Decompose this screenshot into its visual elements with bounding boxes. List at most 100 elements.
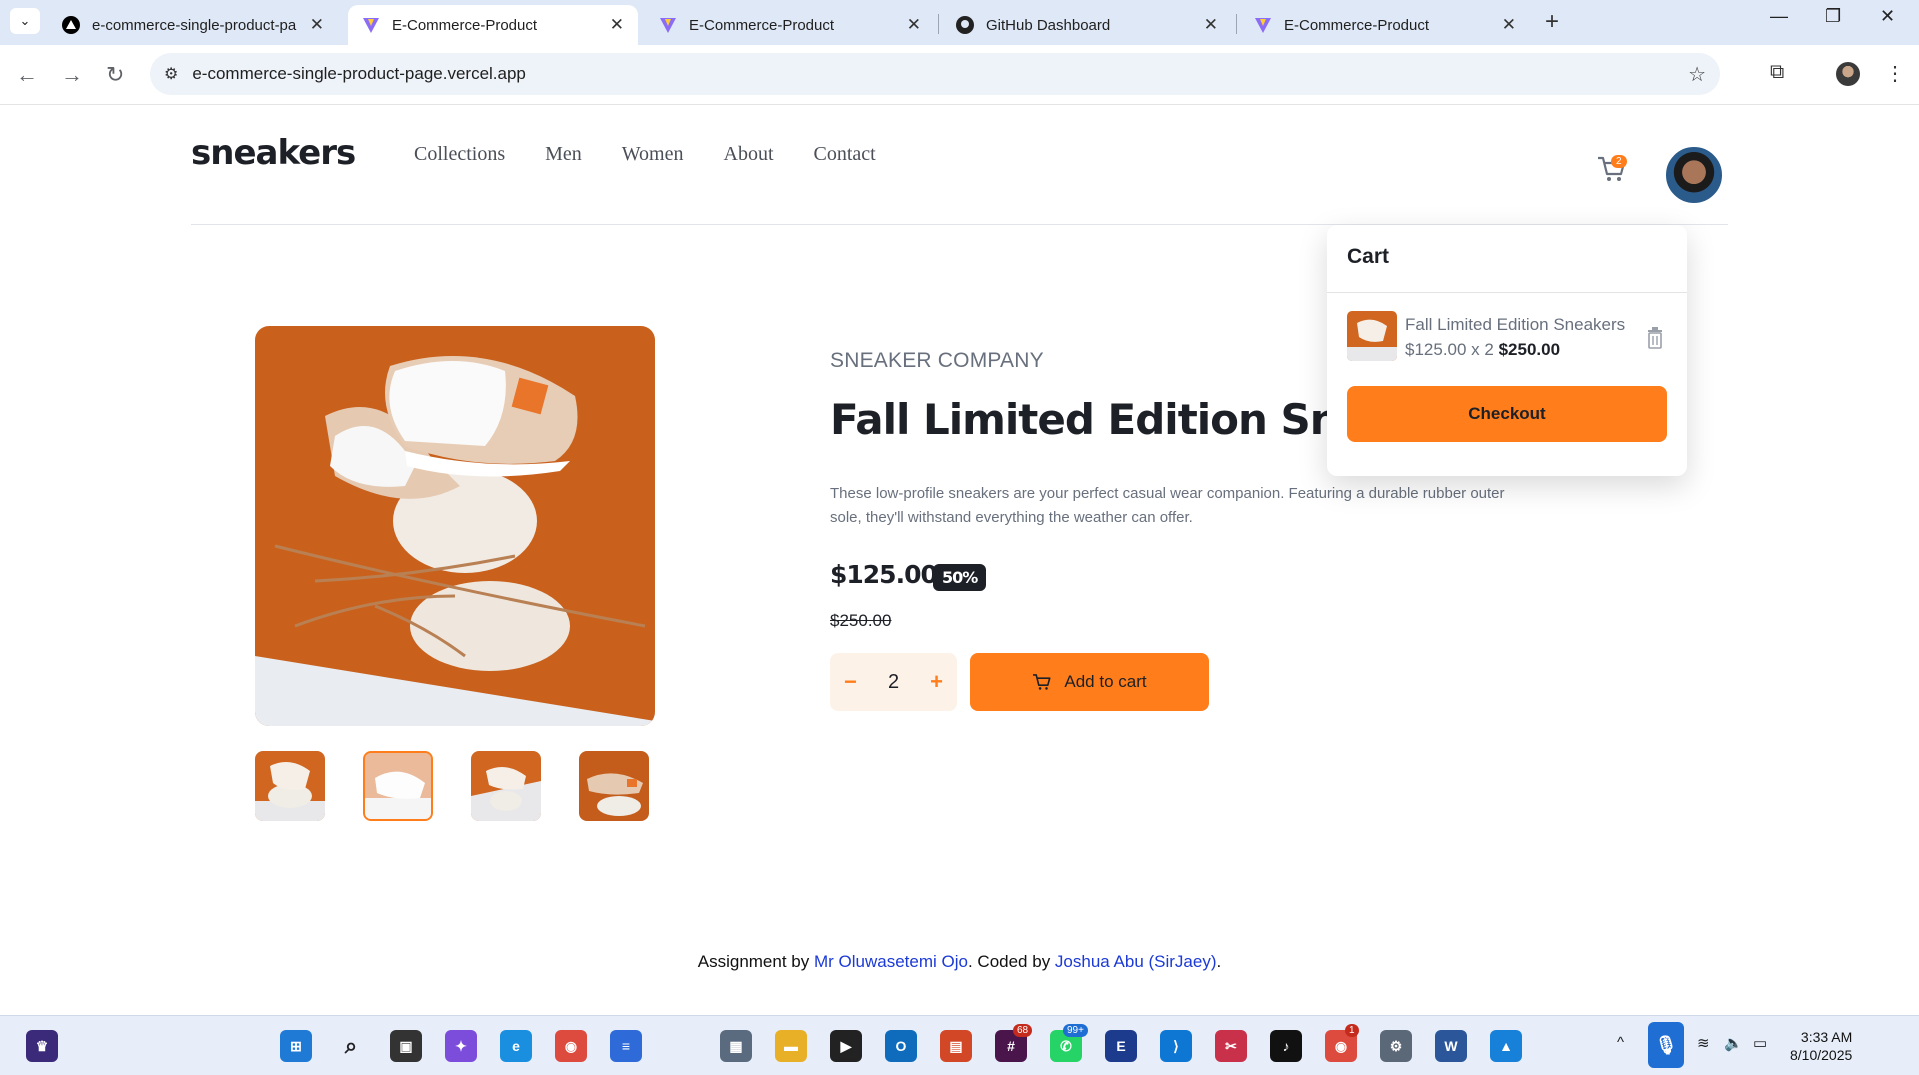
address-bar[interactable]: ⚙ e-commerce-single-product-page.vercel.… xyxy=(150,53,1720,95)
premier-league-icon[interactable]: ♛ xyxy=(26,1030,58,1062)
tab-title: E-Commerce-Product xyxy=(1284,16,1430,34)
product-description: These low-profile sneakers are your perf… xyxy=(830,485,1505,526)
thumbnail-1[interactable] xyxy=(255,751,325,821)
attribution-footer: Assignment by Mr Oluwasetemi Ojo. Coded … xyxy=(0,952,1919,972)
file-explorer-icon[interactable]: ▬ xyxy=(775,1030,807,1062)
outlook-icon[interactable]: O xyxy=(885,1030,917,1062)
main-nav: Collections Men Women About Contact xyxy=(414,143,876,166)
vite-icon xyxy=(1254,16,1272,34)
tab-1[interactable]: e-commerce-single-product-pa ✕ xyxy=(48,5,338,45)
whatsapp-badge: 99+ xyxy=(1063,1024,1088,1037)
task-view-icon[interactable]: ▣ xyxy=(390,1030,422,1062)
tab-2-active[interactable]: E-Commerce-Product ✕ xyxy=(348,5,638,45)
cart-count-badge: 2 xyxy=(1611,155,1627,168)
wifi-icon[interactable]: ≋ xyxy=(1697,1034,1710,1052)
extensions-icon[interactable]: ⧉ xyxy=(1770,61,1784,84)
edge-icon[interactable]: e xyxy=(500,1030,532,1062)
nav-contact[interactable]: Contact xyxy=(814,143,876,166)
page-content: sneakers Collections Men Women About Con… xyxy=(0,105,1919,1015)
thumbnail-3[interactable] xyxy=(471,751,541,821)
footer-middle: . Coded by xyxy=(967,952,1055,971)
chrome-icon[interactable]: ◉ xyxy=(555,1030,587,1062)
author-link-1[interactable]: Mr Oluwasetemi Ojo xyxy=(814,952,968,971)
tab-5[interactable]: E-Commerce-Product ✕ xyxy=(1240,5,1530,45)
current-price: $125.00 xyxy=(830,560,938,589)
reload-icon[interactable]: ↻ xyxy=(106,62,124,88)
close-icon[interactable]: ✕ xyxy=(907,15,921,35)
profile-avatar[interactable] xyxy=(1836,62,1860,86)
clock-date: 8/10/2025 xyxy=(1790,1047,1853,1063)
cart-item-name: Fall Limited Edition Sneakers xyxy=(1405,315,1626,334)
product-title: Fall Limited Edition Sneakers xyxy=(830,395,1330,444)
forward-icon[interactable]: → xyxy=(61,62,83,88)
media-player-icon[interactable]: ▶ xyxy=(830,1030,862,1062)
back-icon[interactable]: ← xyxy=(16,62,38,88)
footer-suffix: . xyxy=(1216,952,1222,971)
tab-3[interactable]: E-Commerce-Product ✕ xyxy=(645,5,935,45)
word-icon[interactable]: W xyxy=(1435,1030,1467,1062)
cart-popover: Cart Fall Limited Edition Sneakers $125.… xyxy=(1327,225,1687,476)
bookmark-star-icon[interactable]: ☆ xyxy=(1688,62,1706,87)
trash-icon[interactable] xyxy=(1647,327,1663,349)
new-tab-button[interactable]: + xyxy=(1545,8,1559,36)
nav-men[interactable]: Men xyxy=(545,143,582,166)
increase-quantity-button[interactable]: + xyxy=(930,669,943,695)
nav-collections[interactable]: Collections xyxy=(414,143,505,166)
vscode-icon[interactable]: ⟩ xyxy=(1160,1030,1192,1062)
checkout-button[interactable]: Checkout xyxy=(1347,386,1667,442)
cart-item-unit: $125.00 x 2 xyxy=(1405,340,1494,359)
site-settings-icon[interactable]: ⚙ xyxy=(164,64,178,84)
microphone-icon[interactable]: 🎙 xyxy=(1648,1022,1684,1068)
battery-icon[interactable]: ▭ xyxy=(1753,1034,1767,1052)
office-icon[interactable]: ▤ xyxy=(940,1030,972,1062)
restore-icon[interactable]: ❐ xyxy=(1825,6,1841,27)
chevron-up-icon[interactable]: ^ xyxy=(1617,1034,1624,1051)
tab-title: E-Commerce-Product xyxy=(689,16,835,34)
add-to-cart-button[interactable]: Add to cart xyxy=(970,653,1209,711)
app-icon[interactable]: E xyxy=(1105,1030,1137,1062)
search-icon[interactable]: ⌕ xyxy=(335,1030,367,1062)
cart-item-price-line: $125.00 x 2 $250.00 xyxy=(1405,340,1560,360)
discount-badge: 50% xyxy=(933,564,987,591)
close-icon[interactable]: ✕ xyxy=(1204,15,1218,35)
volume-icon[interactable]: 🔈 xyxy=(1724,1034,1743,1052)
thumbnail-2-selected[interactable] xyxy=(363,751,433,821)
tab-title: E-Commerce-Product xyxy=(392,16,538,34)
notepad-icon[interactable]: ≡ xyxy=(610,1030,642,1062)
menu-kebab-icon[interactable]: ⋮ xyxy=(1885,61,1905,86)
minimize-icon[interactable]: — xyxy=(1770,6,1788,27)
nav-women[interactable]: Women xyxy=(622,143,684,166)
add-to-cart-label: Add to cart xyxy=(1064,672,1147,691)
logo[interactable]: sneakers xyxy=(191,133,356,173)
url-text: e-commerce-single-product-page.vercel.ap… xyxy=(192,64,526,83)
tab-search-button[interactable]: ⌄ xyxy=(10,8,40,34)
close-window-icon[interactable]: ✕ xyxy=(1880,6,1895,27)
nav-about[interactable]: About xyxy=(724,143,774,166)
decrease-quantity-button[interactable]: − xyxy=(844,669,857,695)
cart-divider xyxy=(1327,292,1687,293)
quantity-stepper: − 2 + xyxy=(830,653,957,711)
vite-icon xyxy=(362,16,380,34)
close-icon[interactable]: ✕ xyxy=(610,15,624,35)
author-link-2[interactable]: Joshua Abu (SirJaey) xyxy=(1055,952,1217,971)
calculator-icon[interactable]: ▦ xyxy=(720,1030,752,1062)
original-price: $250.00 xyxy=(830,611,892,630)
tiktok-icon[interactable]: ♪ xyxy=(1270,1030,1302,1062)
thumbnail-4[interactable] xyxy=(579,751,649,821)
close-icon[interactable]: ✕ xyxy=(310,15,324,35)
company-name: SNEAKER COMPANY xyxy=(830,349,1044,372)
slack-badge: 68 xyxy=(1013,1024,1033,1037)
tab-4[interactable]: GitHub Dashboard ✕ xyxy=(942,5,1232,45)
windows-start-icon[interactable]: ⊞ xyxy=(280,1030,312,1062)
footer-prefix: Assignment by xyxy=(697,952,814,971)
close-icon[interactable]: ✕ xyxy=(1502,15,1516,35)
settings-icon[interactable]: ⚙ xyxy=(1380,1030,1412,1062)
photos-icon[interactable]: ▲ xyxy=(1490,1030,1522,1062)
cart-item-total: $250.00 xyxy=(1498,340,1561,359)
system-clock[interactable]: 3:33 AM 8/10/2025 xyxy=(1790,1028,1852,1064)
user-avatar[interactable] xyxy=(1664,145,1724,205)
clock-time: 3:33 AM xyxy=(1800,1029,1853,1045)
snipping-tool-icon[interactable]: ✂ xyxy=(1215,1030,1247,1062)
copilot-icon[interactable]: ✦ xyxy=(445,1030,477,1062)
product-main-image[interactable] xyxy=(255,326,655,726)
